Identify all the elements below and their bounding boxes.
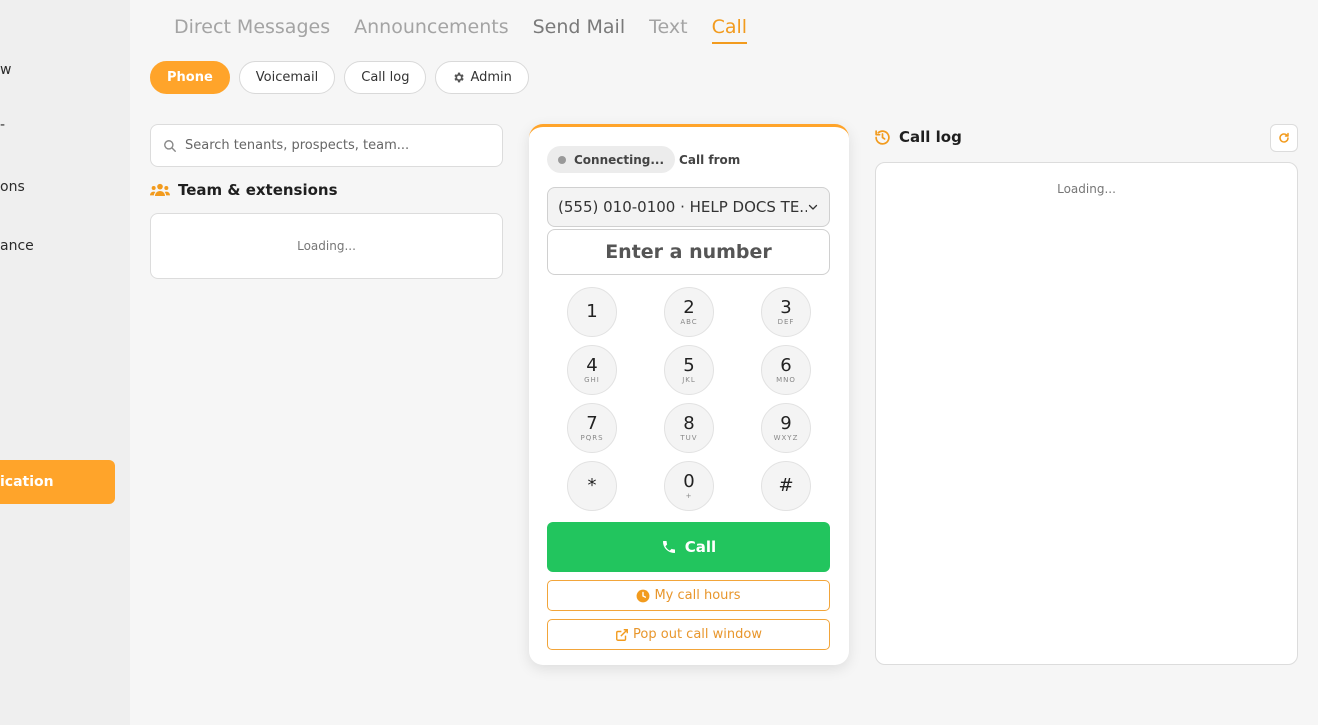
users-icon (150, 183, 170, 196)
dialer-card: Connecting... Call from (555) 010-0100 ·… (529, 124, 849, 665)
keypad-key-0[interactable]: 0 + (664, 461, 714, 511)
search-icon (164, 139, 176, 152)
chevron-down-icon (808, 204, 818, 210)
call-log-title: Call log (899, 128, 962, 146)
key-letters: TUV (680, 433, 698, 442)
key-digit: 4 (586, 354, 598, 376)
pop-out-call-window-label: Pop out call window (633, 627, 762, 642)
key-letters: + (685, 491, 693, 500)
connection-status-badge: Connecting... (547, 146, 676, 173)
keypad-key-5[interactable]: 5 JKL (664, 345, 714, 395)
keypad-key-4[interactable]: 4 GHI (567, 345, 617, 395)
call-button-label: Call (684, 538, 717, 556)
call-from-label: Call from (679, 152, 741, 167)
tab-send-mail[interactable]: Send Mail (533, 16, 626, 44)
voicemail-pill[interactable]: Voicemail (238, 61, 336, 94)
pop-out-call-window-button[interactable]: Pop out call window (547, 619, 830, 650)
key-digit: 5 (683, 354, 695, 376)
call-button[interactable]: Call (547, 522, 830, 572)
key-letters: GHI (584, 375, 600, 384)
phone-icon (662, 541, 675, 553)
call-from-value: (555) 010-0100 · HELP DOCS TE... (558, 198, 807, 216)
number-input[interactable] (558, 241, 819, 263)
tab-text[interactable]: Text (649, 16, 687, 44)
keypad-key-2[interactable]: 2 ABC (664, 287, 714, 337)
key-digit: 1 (586, 301, 598, 322)
key-digit: 2 (683, 296, 695, 318)
call-log-pill[interactable]: Call log (344, 61, 427, 94)
key-digit: 9 (780, 412, 792, 434)
key-letters: WXYZ (773, 433, 799, 442)
keypad-key-7[interactable]: 7 PQRS (567, 403, 617, 453)
call-from-select[interactable]: (555) 010-0100 · HELP DOCS TE... (547, 187, 830, 227)
keypad-key-1[interactable]: 1 (567, 287, 617, 337)
admin-pill[interactable]: Admin (435, 61, 529, 94)
phone-pill-label: Phone (167, 70, 213, 85)
number-input-box (547, 229, 830, 275)
key-digit: # (778, 475, 794, 496)
my-call-hours-label: My call hours (654, 588, 741, 603)
refresh-icon (1279, 132, 1289, 143)
clock-icon (637, 589, 650, 602)
tab-announcements[interactable]: Announcements (354, 16, 509, 44)
keypad-key-8[interactable]: 8 TUV (664, 403, 714, 453)
search-box (150, 124, 503, 167)
call-log-loading-text: Loading... (1057, 182, 1116, 196)
tab-call[interactable]: Call (711, 16, 748, 44)
tab-direct-messages[interactable]: Direct Messages (174, 16, 330, 44)
key-digit: 3 (780, 296, 792, 318)
top-tabs: Direct Messages Announcements Send Mail … (174, 16, 748, 44)
sidebar: w - ons ance ication (0, 0, 130, 725)
call-subtabs: Phone Voicemail Call log Admin (150, 61, 529, 94)
gear-icon (454, 72, 465, 83)
keypad-key-hash[interactable]: # (761, 461, 811, 511)
key-letters: JKL (682, 375, 696, 384)
my-call-hours-button[interactable]: My call hours (547, 580, 830, 611)
team-title: Team & extensions (178, 181, 338, 199)
connection-status-text: Connecting... (574, 152, 665, 167)
history-icon (875, 129, 890, 145)
key-letters: MNO (776, 375, 796, 384)
sidebar-item-label[interactable]: - (0, 117, 5, 133)
sidebar-item-label[interactable]: ons (0, 179, 25, 195)
external-link-icon (616, 628, 628, 641)
key-digit: 0 (683, 470, 695, 492)
search-input[interactable] (185, 138, 485, 153)
phone-pill[interactable]: Phone (150, 61, 230, 94)
keypad-key-9[interactable]: 9 WXYZ (761, 403, 811, 453)
key-digit: 7 (586, 412, 598, 434)
sidebar-item-label[interactable]: ance (0, 238, 34, 254)
team-loading-text: Loading... (297, 239, 356, 253)
key-digit: 8 (683, 412, 695, 434)
keypad-key-3[interactable]: 3 DEF (761, 287, 811, 337)
key-digit: * (587, 475, 597, 496)
team-header: Team & extensions (150, 181, 338, 199)
status-dot-icon (558, 155, 566, 164)
key-letters: PQRS (580, 433, 604, 442)
status-row: Connecting... Call from (547, 146, 740, 173)
refresh-button[interactable] (1270, 124, 1298, 152)
call-log-pill-label: Call log (361, 70, 410, 85)
admin-pill-label: Admin (470, 70, 512, 85)
call-log-header: Call log (874, 128, 962, 146)
keypad-key-6[interactable]: 6 MNO (761, 345, 811, 395)
key-letters: ABC (680, 317, 698, 326)
key-digit: 6 (780, 354, 792, 376)
team-list: Loading... (150, 213, 503, 279)
sidebar-item-label[interactable]: w (0, 62, 11, 78)
call-log-list: Loading... (875, 162, 1298, 665)
sidebar-item-active[interactable]: ication (0, 460, 115, 504)
keypad-key-star[interactable]: * (567, 461, 617, 511)
voicemail-pill-label: Voicemail (255, 70, 319, 85)
key-letters: DEF (777, 317, 795, 326)
